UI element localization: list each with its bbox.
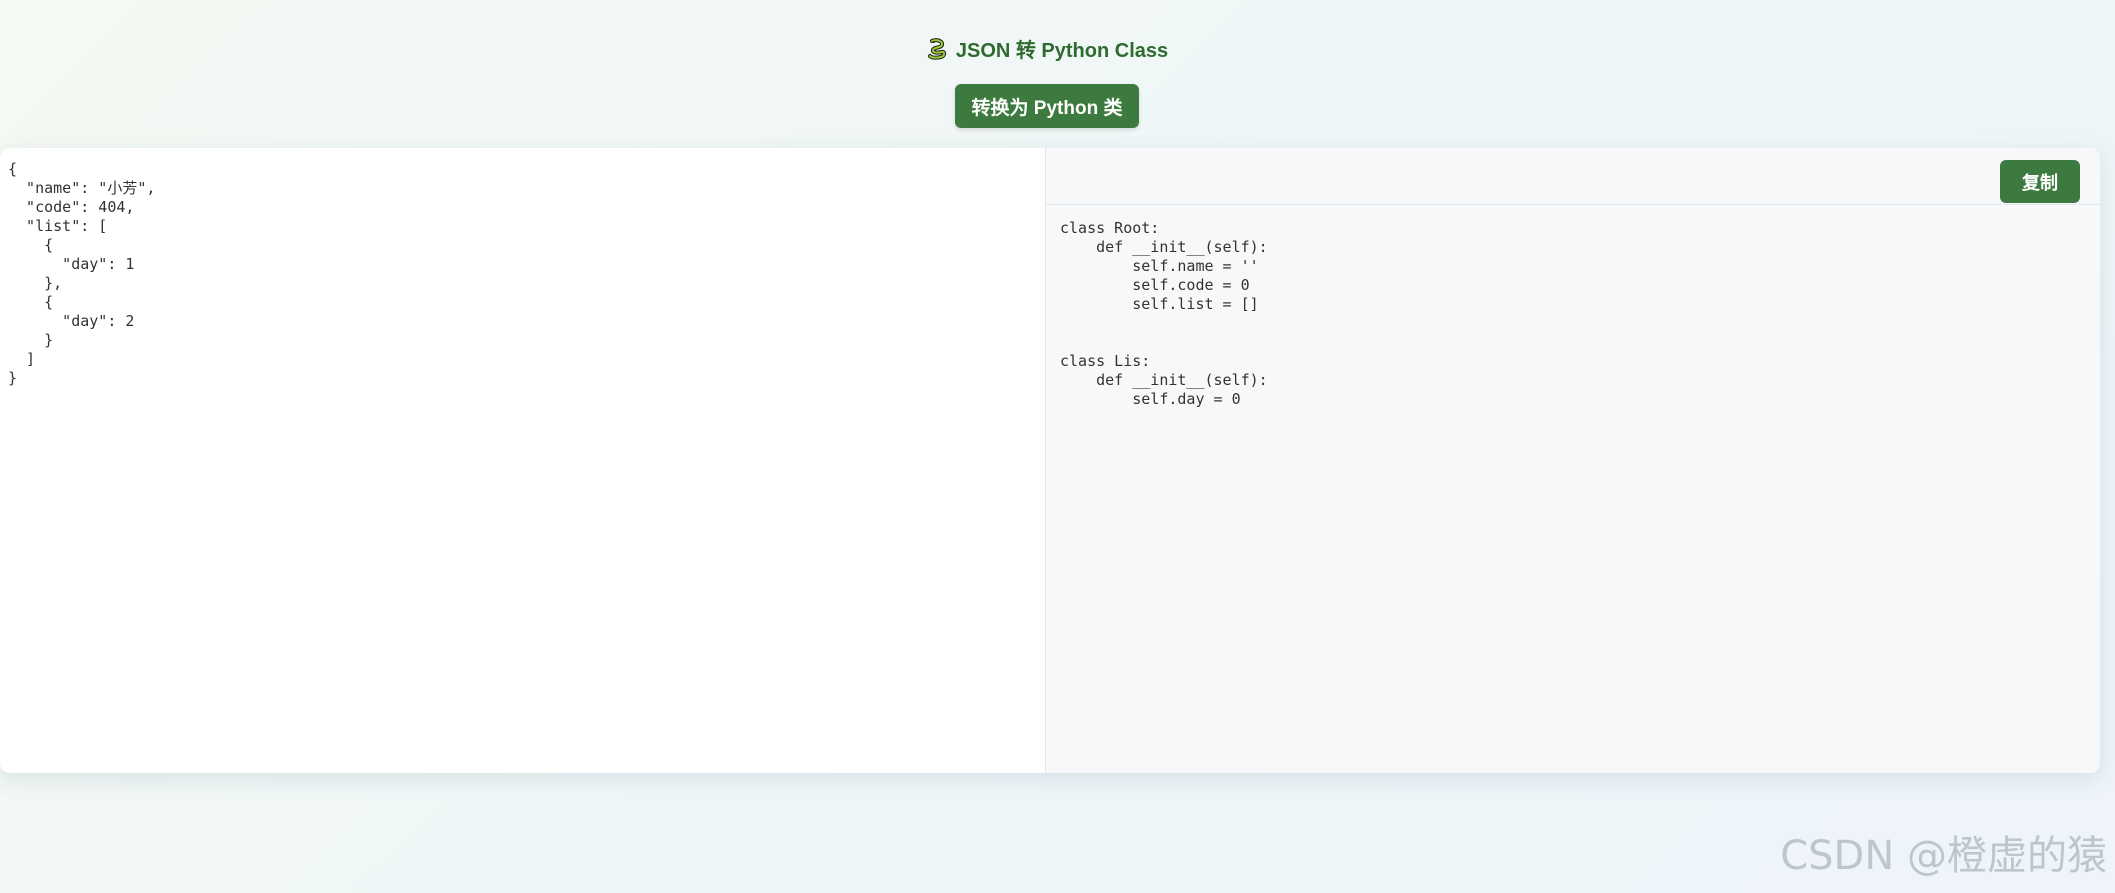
editor-panel: { "name": "小芳", "code": 404, "list": [ {… <box>0 148 2100 773</box>
app-header: JSON 转 Python Class <box>0 34 2094 63</box>
json-input[interactable]: { "name": "小芳", "code": 404, "list": [ {… <box>0 148 1045 773</box>
python-output: class Root: def __init__(self): self.nam… <box>1060 219 1268 408</box>
copy-button[interactable]: 复制 <box>2000 160 2080 203</box>
convert-button[interactable]: 转换为 Python 类 <box>955 84 1139 128</box>
output-toolbar: 复制 <box>1046 148 2100 205</box>
page-title: JSON 转 Python Class <box>955 40 1169 62</box>
json-input-pane: { "name": "小芳", "code": 404, "list": [ {… <box>0 148 1046 773</box>
snake-icon <box>926 37 948 60</box>
python-output-pane: 复制 class Root: def __init__(self): self.… <box>1046 148 2100 773</box>
watermark: CSDN @橙虚的猿 <box>1780 833 2107 879</box>
